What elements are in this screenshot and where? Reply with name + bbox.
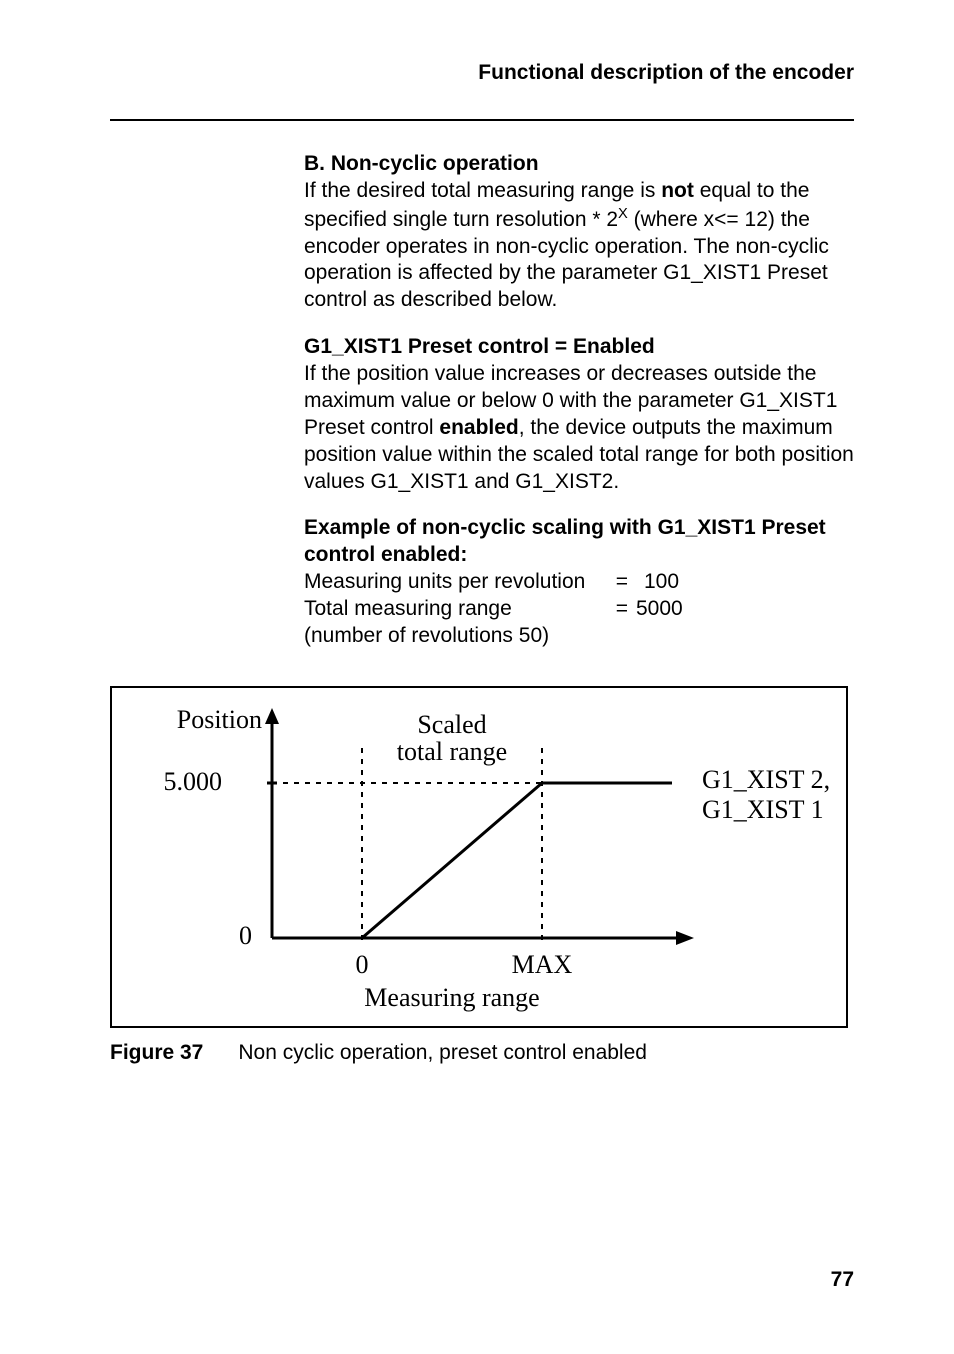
figure-caption-text: Non cyclic operation, preset control ena… <box>238 1041 647 1064</box>
example-title: Example of non-cyclic scaling with G1_XI… <box>304 515 854 569</box>
equals-sign: = <box>604 569 628 596</box>
example-row-2: Total measuring range = 5000 <box>304 596 854 623</box>
series-label-2: G1_XIST 1 <box>702 795 824 824</box>
running-head: Functional description of the encoder <box>110 60 854 93</box>
word-not: not <box>661 179 694 202</box>
diagram-svg: Position 5.000 0 Scaled total range 0 MA… <box>112 688 846 1026</box>
y-tick-top: 5.000 <box>164 767 223 796</box>
page-number: 77 <box>831 1267 854 1294</box>
section-b-title: B. Non-cyclic operation <box>304 152 539 175</box>
figure-wrap: Position 5.000 0 Scaled total range 0 MA… <box>110 686 854 1067</box>
word-enabled: en­abled <box>439 416 518 439</box>
y-tick-bot: 0 <box>239 921 252 950</box>
series-label-1: G1_XIST 2, <box>702 765 830 794</box>
section-g1-title: G1_XIST1 Preset control = Enabled <box>304 335 655 358</box>
equals-sign: = <box>604 596 628 623</box>
example-row-2-label: Total measuring range <box>304 596 604 623</box>
x-tick-max: MAX <box>512 950 573 979</box>
example-block: Example of non-cyclic scaling with G1_XI… <box>304 515 854 649</box>
y-axis-label: Position <box>177 705 262 734</box>
example-row-1-value: 100 <box>628 569 679 596</box>
scaled-label-2: total range <box>397 737 507 766</box>
example-row-3-label: (number of revolutions 50) <box>304 623 549 650</box>
example-row-1-label: Measuring units per revolution <box>304 569 604 596</box>
example-row-3: (number of revolutions 50) <box>304 623 854 650</box>
figure-caption: Figure 37 Non cyclic operation, preset c… <box>110 1040 854 1067</box>
scaled-label-1: Scaled <box>417 710 486 739</box>
body-column: B. Non-cyclic operation If the desired t… <box>304 151 854 650</box>
section-b: B. Non-cyclic operation If the desired t… <box>304 151 854 314</box>
diagram-box: Position 5.000 0 Scaled total range 0 MA… <box>110 686 848 1028</box>
header-rule <box>110 119 854 121</box>
x-axis-label: Measuring range <box>364 983 539 1012</box>
section-g1: G1_XIST1 Preset control = Enabled If the… <box>304 334 854 495</box>
section-b-text-1: If the desired total measuring range is <box>304 179 661 202</box>
example-row-2-value: 5000 <box>628 596 683 623</box>
figure-label: Figure 37 <box>110 1041 203 1064</box>
exponent-x: X <box>618 206 628 222</box>
example-row-1: Measuring units per revolution = 100 <box>304 569 854 596</box>
x-tick-0: 0 <box>356 950 369 979</box>
page: Functional description of the encoder B.… <box>0 0 954 1354</box>
